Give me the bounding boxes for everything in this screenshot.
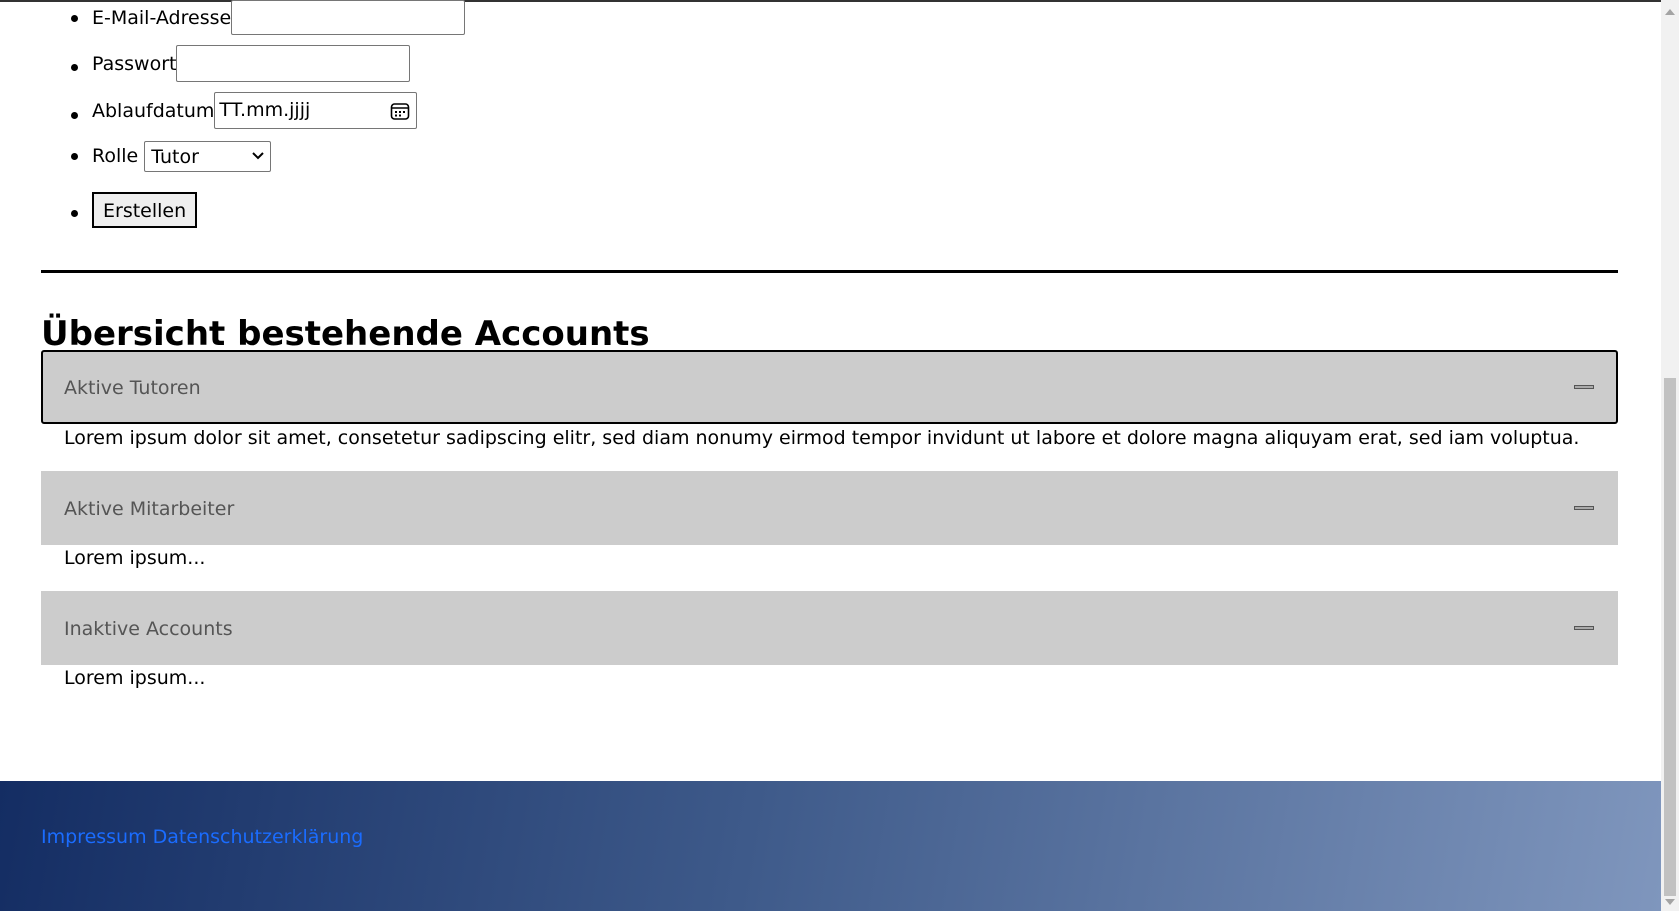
accordion-title: Inaktive Accounts [64,618,233,640]
role-selected-value: Tutor [151,146,199,168]
minus-icon [1574,626,1594,630]
form-item-email: E-Mail-Adresse [70,0,466,35]
vertical-scrollbar[interactable] [1661,0,1679,911]
password-field[interactable] [176,45,411,82]
footer-links: Impressum Datenschutzerklärung [41,826,363,848]
page-title: Übersicht bestehende Accounts [41,314,650,354]
expiry-date-field[interactable]: TT.mm.jjjj [214,92,418,129]
chevron-down-icon [252,152,264,160]
privacy-policy-link[interactable]: Datenschutzerklärung [153,826,364,848]
scroll-up-icon[interactable] [1665,9,1675,15]
form-item-expiry: Ablaufdatum TT.mm.jjjj [70,92,418,129]
accordion-header-inactive-accounts[interactable]: Inaktive Accounts [41,591,1618,665]
expiry-date-placeholder: TT.mm.jjjj [219,99,311,121]
accordion-header-active-employees[interactable]: Aktive Mitarbeiter [41,471,1618,545]
accordion-header-active-tutors[interactable]: Aktive Tutoren [41,350,1618,424]
accordion-title: Aktive Tutoren [64,377,201,399]
scroll-down-icon[interactable] [1665,899,1675,905]
scrollbar-thumb[interactable] [1664,378,1676,896]
accordion-content: Lorem ipsum... [64,547,206,569]
accordion-content: Lorem ipsum dolor sit amet, consetetur s… [64,427,1580,449]
email-label: E-Mail-Adresse [92,7,232,29]
form-item-submit: Erstellen [70,192,198,228]
minus-icon [1574,506,1594,510]
form-item-role: Rolle Tutor [70,141,272,172]
page: E-Mail-Adresse Passwort Ablaufdatum TT.mm… [0,0,1661,911]
form-item-password: Passwort [70,45,411,82]
role-label: Rolle [92,145,139,167]
create-button[interactable]: Erstellen [92,192,198,228]
email-field[interactable] [231,0,466,35]
expiry-label: Ablaufdatum [92,100,215,122]
password-label: Passwort [92,53,177,75]
section-divider [41,270,1618,273]
calendar-icon[interactable] [390,101,410,121]
footer: Impressum Datenschutzerklärung [0,781,1661,911]
role-select[interactable]: Tutor [144,141,272,172]
accordion-title: Aktive Mitarbeiter [64,498,235,520]
accordion-content: Lorem ipsum... [64,667,206,689]
impressum-link[interactable]: Impressum [41,826,147,848]
minus-icon [1574,385,1594,389]
